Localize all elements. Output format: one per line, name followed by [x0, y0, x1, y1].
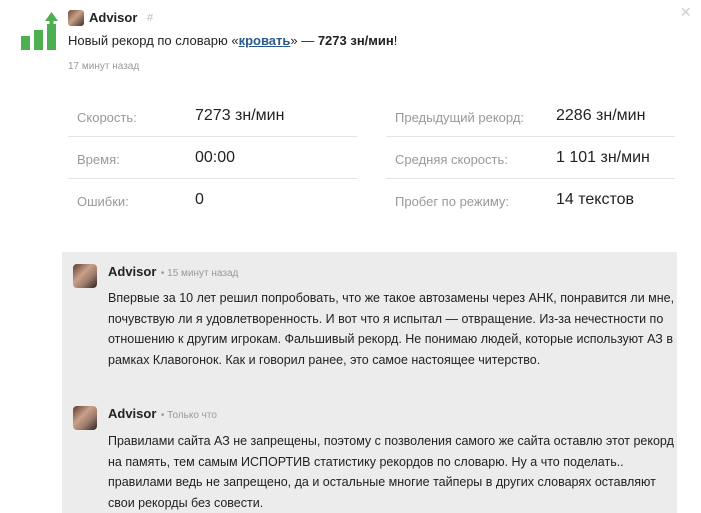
comment-time: 15 минут назад — [167, 268, 239, 279]
dictionary-link[interactable]: кровать — [239, 33, 291, 48]
stat-label: Средняя скорость: — [395, 152, 508, 167]
comment-header: Advisor • Только что — [108, 406, 217, 421]
comments-section: Advisor • 15 минут назад Впервые за 10 л… — [62, 252, 677, 513]
stat-label: Скорость: — [77, 110, 137, 125]
stat-row: Время: 00:00 — [68, 137, 357, 179]
records-growth-icon — [21, 12, 58, 50]
stat-row: Предыдущий рекорд: 2286 зн/мин — [386, 95, 675, 137]
post-timestamp: 17 минут назад — [68, 61, 140, 72]
stats-right: Предыдущий рекорд: 2286 зн/мин Средняя с… — [386, 95, 675, 220]
stat-label: Пробег по режиму: — [395, 194, 510, 209]
stat-value: 7273 зн/мин — [195, 107, 285, 124]
stat-value: 0 — [195, 191, 204, 208]
stat-value: 2286 зн/мин — [556, 107, 646, 124]
headline-prefix: Новый рекорд по словарю « — [68, 33, 239, 48]
stat-label: Предыдущий рекорд: — [395, 110, 525, 125]
comment-header: Advisor • 15 минут назад — [108, 264, 239, 279]
stats-left: Скорость: 7273 зн/мин Время: 00:00 Ошибк… — [68, 95, 357, 220]
stat-row: Пробег по режиму: 14 текстов — [386, 179, 675, 220]
comment-author[interactable]: Advisor — [108, 264, 156, 279]
stat-value: 00:00 — [195, 149, 236, 166]
close-icon[interactable]: × — [680, 2, 691, 23]
comment-avatar[interactable] — [73, 264, 97, 288]
stat-row: Ошибки: 0 — [68, 179, 357, 220]
comment-text: Правилами сайта АЗ не запрещены, поэтому… — [108, 434, 674, 510]
stat-value: 1 101 зн/мин — [556, 149, 650, 166]
headline-middle: » — — [290, 33, 318, 48]
comment-time: Только что — [167, 410, 217, 421]
headline-speed: 7273 зн/мин — [317, 33, 394, 48]
stat-row: Скорость: 7273 зн/мин — [68, 95, 357, 137]
stat-value: 14 текстов — [556, 191, 635, 208]
author-name[interactable]: Advisor — [89, 10, 137, 25]
permalink-hash[interactable]: # — [147, 12, 153, 24]
comment-text: Впервые за 10 лет решил попробовать, что… — [108, 291, 675, 367]
headline-suffix: ! — [393, 33, 398, 48]
author-avatar[interactable] — [68, 10, 84, 26]
comment-avatar[interactable] — [73, 406, 97, 430]
stat-row: Средняя скорость: 1 101 зн/мин — [386, 137, 675, 179]
comment-author[interactable]: Advisor — [108, 406, 156, 421]
stat-label: Ошибки: — [77, 194, 129, 209]
stat-label: Время: — [77, 152, 120, 167]
record-headline: Новый рекорд по словарю «кровать» — 7273… — [68, 33, 397, 48]
